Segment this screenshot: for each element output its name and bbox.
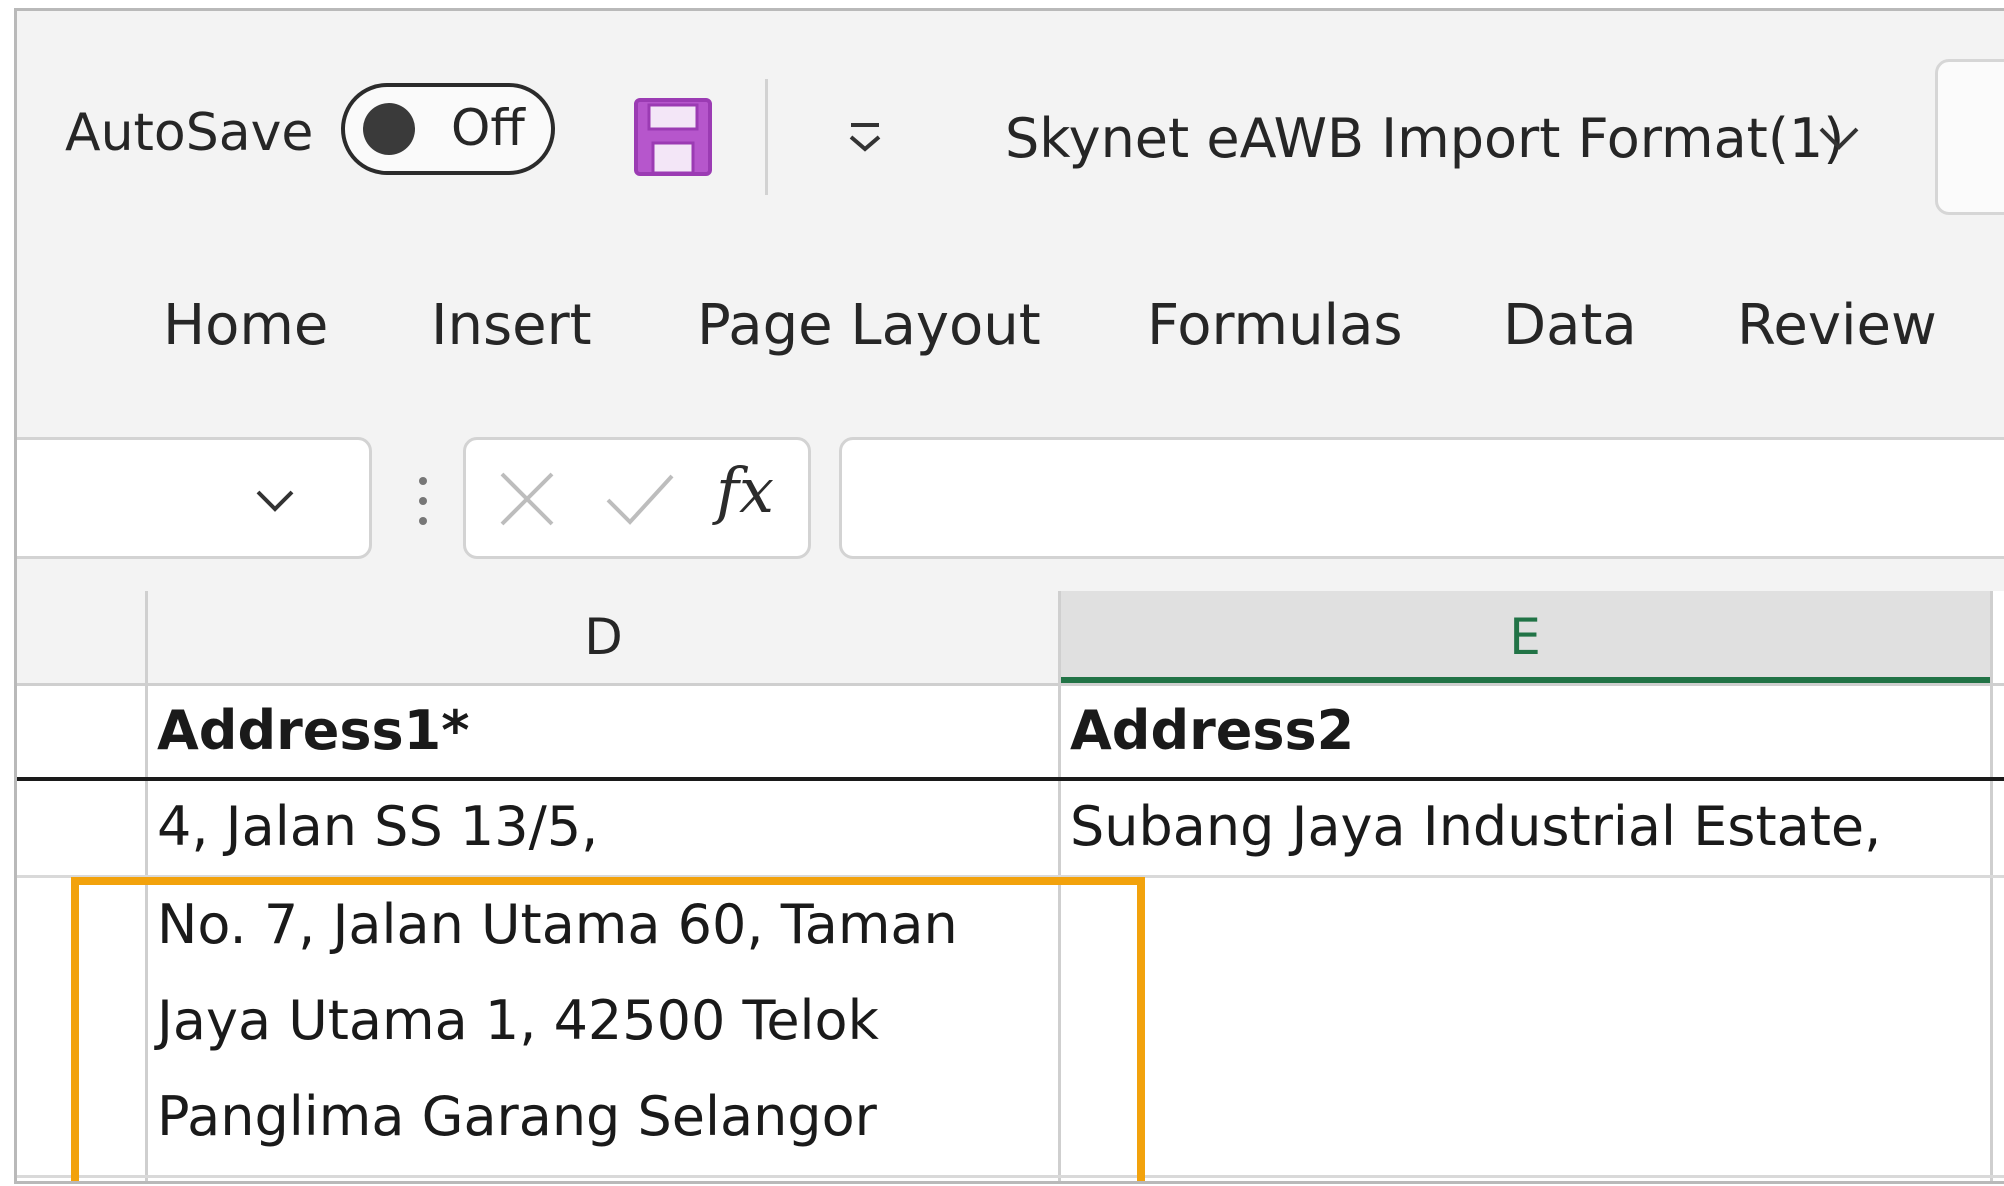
titlebar-separator (765, 79, 768, 195)
chevron-down-icon[interactable] (1815, 115, 1863, 163)
highlight-annotation (71, 877, 1145, 1181)
cell-e2[interactable]: Subang Jaya Industrial Estate, (1070, 795, 1881, 858)
chevron-down-icon[interactable] (252, 478, 298, 524)
tab-review[interactable]: Review (1737, 293, 1937, 358)
autosave-state: Off (451, 99, 525, 157)
tab-home[interactable]: Home (163, 293, 328, 358)
column-header-c[interactable] (17, 591, 147, 683)
tab-data[interactable]: Data (1503, 293, 1637, 358)
cell-d2[interactable]: 4, Jalan SS 13/5, (157, 795, 598, 858)
tab-page-layout[interactable]: Page Layout (697, 293, 1041, 358)
cancel-x-icon[interactable] (496, 468, 558, 530)
cell-d1[interactable]: Address1* (157, 699, 469, 762)
cell-e1[interactable]: Address2 (1070, 699, 1354, 762)
column-header-d[interactable]: D (147, 591, 1060, 683)
grid-line (17, 683, 2004, 686)
floppy-disk-icon[interactable] (633, 97, 713, 177)
name-box[interactable] (17, 437, 372, 559)
vertical-dots-icon[interactable] (413, 471, 433, 531)
checkmark-icon[interactable] (604, 468, 676, 530)
insert-function-icon[interactable]: fx (716, 454, 774, 527)
excel-window: AutoSave Off Skynet eAWB Import Format(1… (14, 8, 2004, 1184)
formula-input[interactable] (839, 437, 2004, 559)
toggle-knob (363, 103, 415, 155)
autosave-label: AutoSave (65, 103, 314, 163)
tab-formulas[interactable]: Formulas (1147, 293, 1403, 358)
document-title[interactable]: Skynet eAWB Import Format(1) (1005, 107, 1844, 170)
search-box[interactable] (1935, 59, 2004, 215)
tab-insert[interactable]: Insert (431, 293, 592, 358)
customize-quick-access-icon[interactable] (839, 111, 891, 163)
autosave-toggle[interactable]: Off (341, 83, 555, 175)
formula-buttons: fx (463, 437, 811, 559)
grid-line (1990, 591, 1993, 1181)
header-row-border (17, 777, 2004, 781)
column-header-e[interactable]: E (1060, 591, 1990, 683)
